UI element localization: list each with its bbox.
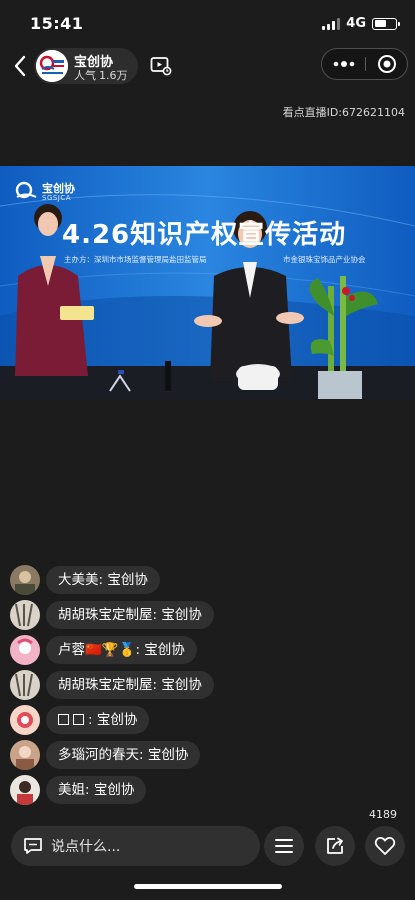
trophy-badge: 🏆 <box>101 642 119 658</box>
chat-separator: : <box>152 607 158 623</box>
chat-text: 宝创协 <box>161 677 202 693</box>
menu-icon[interactable] <box>264 826 304 866</box>
user-avatar[interactable] <box>10 600 40 630</box>
video-organizer: 主办方：深圳市市场监督管理局盐田监管局 <box>64 255 207 264</box>
mini-program-capsule <box>321 48 408 80</box>
host-popularity: 人气 1.6万 <box>74 67 128 83</box>
user-avatar[interactable] <box>10 775 40 805</box>
chat-user: 美姐 <box>58 782 85 798</box>
chat-bubble: 卢蓉🇨🇳🏆🥇: 宝创协 <box>46 636 197 664</box>
chat-user: 卢蓉 <box>58 642 85 658</box>
user-avatar[interactable] <box>10 565 40 595</box>
video-brand-sub: SGSJCA <box>42 194 72 202</box>
video-banner-title: 4.26知识产权宣传活动 <box>62 220 347 250</box>
live-room-id: 看点直播ID:672621104 <box>282 106 405 119</box>
bottom-toolbar: 说点什么... <box>0 826 415 866</box>
placeholder-glyph-icon <box>73 714 84 725</box>
home-indicator <box>134 884 282 889</box>
comment-icon <box>23 837 43 855</box>
user-avatar[interactable] <box>10 670 40 700</box>
chat-bubble: 多瑙河的春天: 宝创协 <box>46 741 201 769</box>
signal-icon <box>322 17 341 30</box>
chat-separator: : <box>135 642 140 658</box>
chat-text: 宝创协 <box>93 782 135 798</box>
user-avatar[interactable] <box>10 740 40 770</box>
chat-text: 宝创协 <box>107 572 148 588</box>
status-bar: 15:41 4G <box>0 0 415 46</box>
chat-user: 胡胡珠宝定制屋 <box>58 607 153 623</box>
more-dots-icon[interactable] <box>322 49 365 79</box>
chat-text: 宝创协 <box>96 712 138 728</box>
comment-input[interactable]: 说点什么... <box>11 826 260 866</box>
chat-text: 宝创协 <box>144 642 185 658</box>
chat-bubble: 胡胡珠宝定制屋: 宝创协 <box>46 601 214 629</box>
chat-bubble: 大美美: 宝创协 <box>46 566 160 594</box>
share-icon[interactable] <box>315 826 355 866</box>
comment-placeholder: 说点什么... <box>51 839 121 855</box>
network-type: 4G <box>346 16 366 31</box>
chat-separator: : <box>85 782 90 798</box>
user-avatar[interactable] <box>10 635 40 665</box>
medal-badge: 🥇 <box>118 642 136 658</box>
battery-icon <box>372 17 400 30</box>
chat-text: 宝创协 <box>147 747 189 763</box>
chat-separator: : <box>152 677 158 693</box>
popularity-label: 人气 <box>74 69 96 82</box>
video-logo-icon <box>14 180 40 208</box>
user-avatar[interactable] <box>10 705 40 735</box>
status-indicators: 4G <box>322 16 400 31</box>
chat-user: 多瑙河的春天 <box>58 747 139 763</box>
back-arrow-icon[interactable] <box>8 50 32 82</box>
chat-bubble: 胡胡珠宝定制屋: 宝创协 <box>46 671 214 699</box>
video-organizer-2: 市金银珠宝饰品产业协会 <box>283 255 366 264</box>
chat-text: 宝创协 <box>161 607 202 623</box>
chat-bubble: : 宝创协 <box>46 706 150 734</box>
live-video-player[interactable]: 宝创协 SGSJCA 4.26知识产权宣传活动 主办方：深圳市市场监督管理局盐田… <box>0 166 415 399</box>
battery-level <box>374 20 386 27</box>
chat-separator: : <box>88 712 93 728</box>
chat-separator: : <box>139 747 144 763</box>
like-count: 4189 <box>369 808 397 821</box>
chat-user: 大美美 <box>58 572 99 588</box>
placeholder-glyph-icon <box>58 714 69 725</box>
flag-badge: 🇨🇳 <box>85 642 102 658</box>
chat-user: 胡胡珠宝定制屋 <box>58 677 153 693</box>
sgsjca-logo-icon <box>36 50 68 82</box>
heart-icon[interactable] <box>365 826 405 866</box>
status-time: 15:41 <box>30 14 84 33</box>
host-info[interactable]: 宝创协 人气 1.6万 <box>34 48 138 84</box>
popularity-value: 1.6万 <box>99 69 128 82</box>
chat-bubble: 美姐: 宝创协 <box>46 776 147 804</box>
target-close-icon[interactable] <box>366 49 408 79</box>
playback-list-icon[interactable] <box>146 51 176 81</box>
chat-separator: : <box>98 572 104 588</box>
live-header: 宝创协 人气 1.6万 <box>0 46 415 86</box>
